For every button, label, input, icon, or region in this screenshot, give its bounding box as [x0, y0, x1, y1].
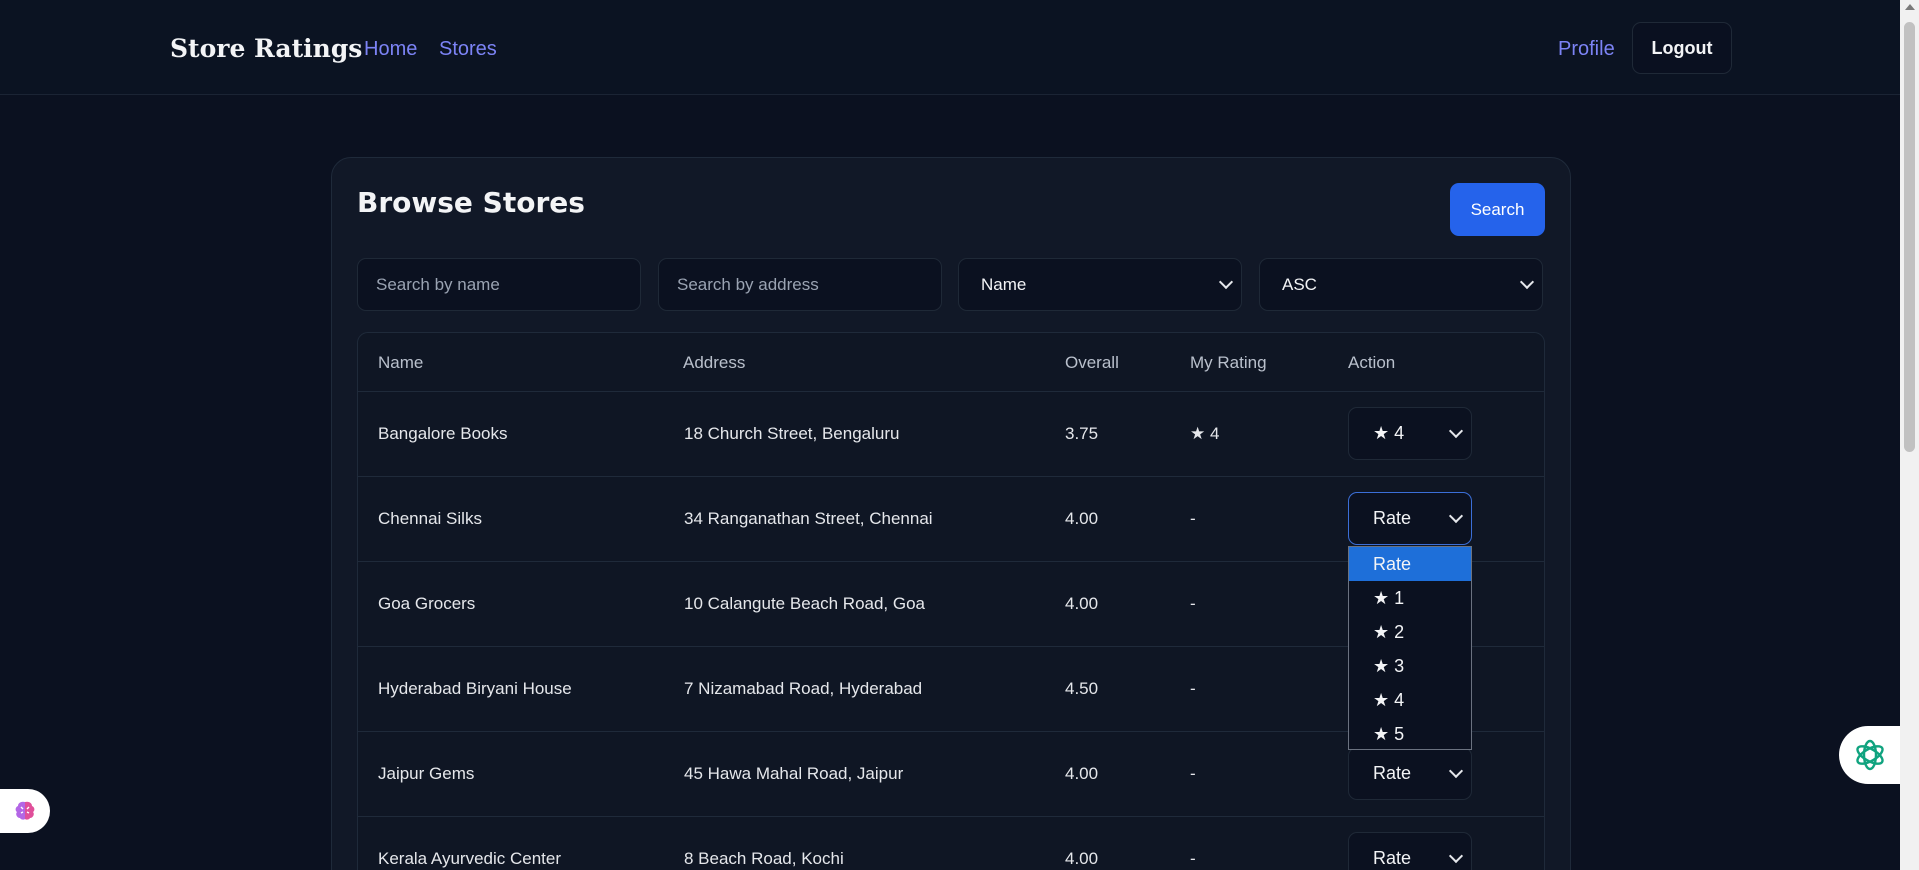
nav-profile-link[interactable]: Profile [1558, 38, 1615, 61]
store-name: Hyderabad Biryani House [378, 679, 572, 698]
scrollbar-thumb[interactable] [1904, 22, 1915, 452]
sort-by-select[interactable]: Name [958, 258, 1242, 311]
store-name: Bangalore Books [378, 424, 508, 443]
store-address: 10 Calangute Beach Road, Goa [684, 594, 926, 613]
store-overall-rating: 4.00 [1065, 764, 1099, 783]
top-navbar: Store Ratings Home Stores Profile Logout [0, 0, 1900, 95]
brain-icon [15, 801, 35, 820]
rate-option-1[interactable]: ★ 1 [1349, 581, 1471, 615]
rate-select-value: Rate [1373, 763, 1412, 783]
row-divider [358, 816, 1544, 817]
store-overall-rating: 4.50 [1065, 679, 1099, 698]
chevron-down-icon [1448, 848, 1464, 864]
rate-option-5[interactable]: ★ 5 [1349, 717, 1471, 751]
store-name: Goa Grocers [378, 594, 476, 613]
brain-widget-button[interactable] [0, 789, 50, 833]
brand-title[interactable]: Store Ratings [170, 34, 362, 63]
sort-by-value: Name [981, 274, 1027, 294]
store-address: 7 Nizamabad Road, Hyderabad [684, 679, 923, 698]
chevron-down-icon [1448, 508, 1464, 524]
store-name: Jaipur Gems [378, 764, 475, 783]
sort-order-select[interactable]: ASC [1259, 258, 1543, 311]
store-overall-rating: 4.00 [1065, 509, 1099, 528]
rate-select-open[interactable]: Rate [1348, 492, 1472, 545]
rate-option-rate[interactable]: Rate [1349, 547, 1471, 581]
store-overall-rating: 4.00 [1065, 849, 1099, 868]
store-address: 18 Church Street, Bengaluru [684, 424, 900, 443]
store-address: 34 Ranganathan Street, Chennai [684, 509, 933, 528]
openai-icon [1856, 739, 1884, 771]
search-button[interactable]: Search [1450, 183, 1545, 236]
nav-stores-link[interactable]: Stores [439, 38, 497, 61]
rate-option-3[interactable]: ★ 3 [1349, 649, 1471, 683]
sort-order-value: ASC [1282, 274, 1317, 294]
chevron-down-icon [1448, 423, 1464, 439]
store-my-rating: - [1190, 679, 1196, 698]
store-name: Kerala Ayurvedic Center [378, 849, 562, 868]
search-name-input[interactable]: Search by name [357, 258, 641, 311]
column-header-name: Name [378, 353, 424, 372]
search-address-input[interactable]: Search by address [658, 258, 942, 311]
column-header-my-rating: My Rating [1190, 353, 1267, 372]
scroll-up-icon[interactable] [1905, 4, 1915, 10]
row-divider [358, 391, 1544, 392]
rate-select-value: Rate [1373, 848, 1412, 868]
rate-select[interactable]: Rate [1348, 747, 1472, 800]
store-overall-rating: 3.75 [1065, 424, 1099, 443]
chevron-down-icon [1519, 274, 1535, 290]
row-divider [358, 476, 1544, 477]
store-address: 8 Beach Road, Kochi [684, 849, 844, 868]
rate-select-value: ★ 4 [1373, 423, 1405, 443]
store-my-rating: - [1190, 594, 1196, 613]
chevron-down-icon [1218, 274, 1234, 290]
rate-select-value: Rate [1373, 508, 1412, 528]
rate-option-2[interactable]: ★ 2 [1349, 615, 1471, 649]
rate-option-4[interactable]: ★ 4 [1349, 683, 1471, 717]
store-name: Chennai Silks [378, 509, 482, 528]
column-header-overall: Overall [1065, 353, 1119, 372]
chevron-down-icon [1448, 763, 1464, 779]
logout-button[interactable]: Logout [1632, 22, 1732, 74]
rate-dropdown-list: Rate ★ 1 ★ 2 ★ 3 ★ 4 ★ 5 [1348, 546, 1472, 750]
store-overall-rating: 4.00 [1065, 594, 1099, 613]
openai-widget-button[interactable] [1839, 726, 1901, 784]
store-address: 45 Hawa Mahal Road, Jaipur [684, 764, 904, 783]
store-my-rating: - [1190, 849, 1196, 868]
column-header-action: Action [1348, 353, 1396, 372]
column-header-address: Address [683, 353, 746, 372]
rate-select[interactable]: Rate [1348, 832, 1472, 870]
nav-home-link[interactable]: Home [364, 38, 417, 61]
store-my-rating: ★ 4 [1190, 424, 1220, 443]
store-my-rating: - [1190, 509, 1196, 528]
store-my-rating: - [1190, 764, 1196, 783]
rate-select[interactable]: ★ 4 [1348, 407, 1472, 460]
page-title: Browse Stores [357, 186, 585, 219]
